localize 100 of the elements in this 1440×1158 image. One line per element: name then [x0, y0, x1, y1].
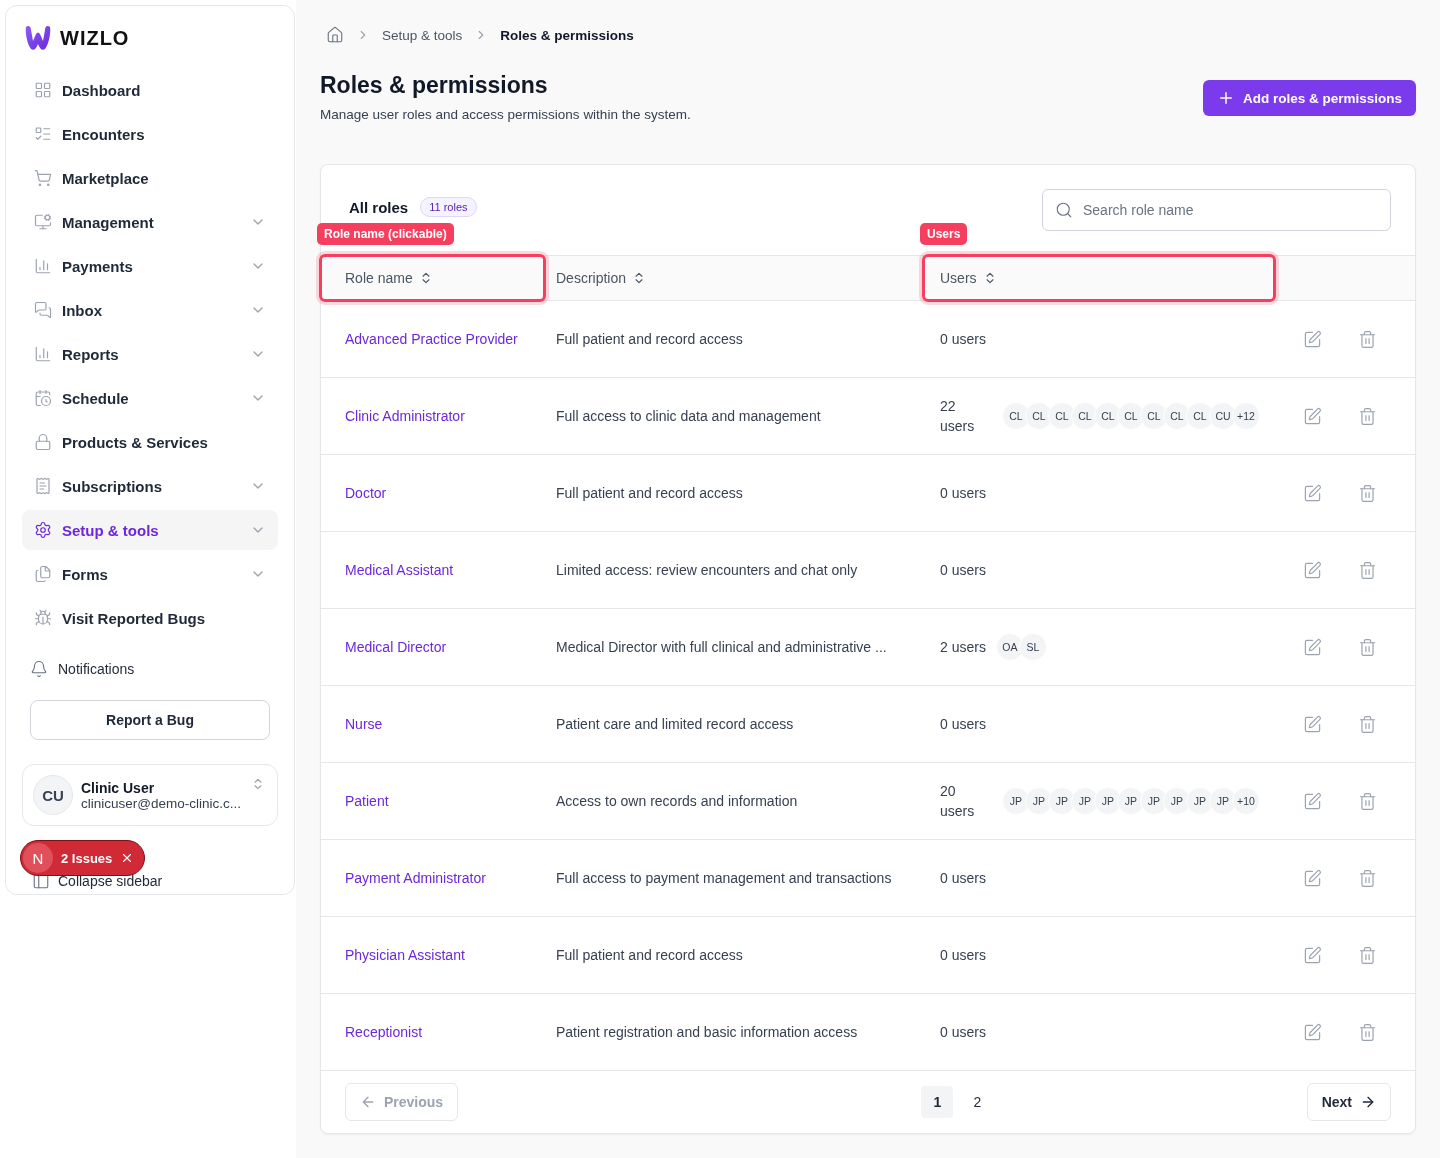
- edit-button[interactable]: [1303, 560, 1322, 580]
- delete-button[interactable]: [1358, 329, 1377, 349]
- nav-item[interactable]: Inbox: [22, 290, 278, 330]
- edit-button[interactable]: [1303, 1022, 1322, 1042]
- users-count: 0 users: [940, 869, 986, 888]
- role-link[interactable]: Patient: [321, 793, 389, 809]
- column-header[interactable]: Users: [940, 270, 997, 286]
- logo-icon: [24, 24, 52, 52]
- user-avatar: OA: [995, 633, 1024, 661]
- calendar-icon: [34, 389, 52, 407]
- edit-button[interactable]: [1303, 945, 1322, 965]
- annotation-tag: Role name (clickable): [317, 223, 454, 245]
- edit-button[interactable]: [1303, 483, 1322, 503]
- role-link[interactable]: Doctor: [321, 485, 387, 501]
- more-count: +10: [1232, 787, 1260, 815]
- nav-item[interactable]: Dashboard: [22, 70, 278, 110]
- nav-item[interactable]: Subscriptions: [22, 466, 278, 506]
- next-button[interactable]: Next: [1306, 1083, 1391, 1121]
- role-link[interactable]: Medical Director: [321, 639, 447, 655]
- edit-button[interactable]: [1303, 714, 1322, 734]
- monitor-icon: [34, 213, 52, 231]
- arrow-right-icon: [1360, 1094, 1376, 1110]
- nav-item[interactable]: Management: [22, 202, 278, 242]
- delete-button[interactable]: [1358, 1022, 1377, 1042]
- delete-button[interactable]: [1358, 945, 1377, 965]
- edit-button[interactable]: [1303, 637, 1322, 657]
- role-description: Limited access: review encounters and chat only: [555, 562, 858, 578]
- report-bug-button[interactable]: Report a Bug: [30, 700, 270, 740]
- bell-icon[interactable]: [30, 660, 48, 678]
- search-input[interactable]: Search role name: [1081, 201, 1378, 219]
- role-link[interactable]: Medical Assistant: [321, 562, 454, 578]
- role-description: Medical Director with full clinical and administrative ...: [555, 639, 887, 655]
- role-link[interactable]: Nurse: [321, 716, 383, 732]
- nav-item[interactable]: Products & Services: [22, 422, 278, 462]
- home-icon[interactable]: [326, 26, 344, 44]
- delete-button[interactable]: [1358, 560, 1377, 580]
- delete-button[interactable]: [1358, 483, 1377, 503]
- table-title: All roles: [349, 198, 409, 216]
- role-link[interactable]: Clinic Administrator: [321, 408, 465, 424]
- user-card[interactable]: CU Clinic User clinicuser@demo-clinic.c...: [22, 764, 278, 826]
- column-header[interactable]: Role name: [345, 270, 433, 286]
- delete-button[interactable]: [1358, 791, 1377, 811]
- collapse-sidebar-link[interactable]: Collapse sidebar: [58, 873, 163, 889]
- role-description: Full patient and record access: [555, 485, 743, 501]
- notifications-link[interactable]: Notifications: [58, 661, 135, 677]
- page-button[interactable]: 1: [921, 1086, 954, 1118]
- delete-button[interactable]: [1358, 406, 1377, 426]
- issues-letter: N: [23, 843, 53, 873]
- list-icon: [34, 125, 52, 143]
- page-subtitle: Manage user roles and access permissions within the system.: [320, 107, 691, 122]
- issues-label: 2 Issues: [61, 850, 113, 866]
- grid-icon: [34, 81, 52, 99]
- nav-item[interactable]: Marketplace: [22, 158, 278, 198]
- nav-item[interactable]: Forms: [22, 554, 278, 594]
- annotation-tag: Users: [920, 223, 968, 245]
- nav-item[interactable]: Reports: [22, 334, 278, 374]
- column-header[interactable]: Description: [556, 270, 647, 286]
- users-count: 0 users: [940, 1023, 986, 1042]
- cart-icon: [34, 169, 52, 187]
- role-description: Access to own records and information: [555, 793, 798, 809]
- edit-button[interactable]: [1303, 329, 1322, 349]
- search-icon: [1055, 201, 1073, 219]
- files-icon: [34, 565, 52, 583]
- role-description: Patient registration and basic information access: [555, 1024, 858, 1040]
- breadcrumb-link[interactable]: Roles & permissions: [500, 27, 634, 43]
- user-avatar: SL: [1018, 633, 1047, 661]
- delete-button[interactable]: [1358, 637, 1377, 657]
- page-button[interactable]: 2: [961, 1086, 994, 1118]
- delete-button[interactable]: [1358, 714, 1377, 734]
- user-email: clinicuser@demo-clinic.c...: [81, 795, 242, 811]
- role-description: Full patient and record access: [555, 331, 743, 347]
- receipt-icon: [34, 477, 52, 495]
- role-link[interactable]: Physician Assistant: [321, 947, 465, 963]
- edit-button[interactable]: [1303, 406, 1322, 426]
- nav-item[interactable]: Encounters: [22, 114, 278, 154]
- edit-button[interactable]: [1303, 791, 1322, 811]
- role-link[interactable]: Advanced Practice Provider: [321, 331, 518, 347]
- bar-chart-icon: [34, 257, 52, 275]
- user-name: Clinic User: [81, 779, 156, 796]
- role-description: Full patient and record access: [555, 947, 743, 963]
- chat-icon: [34, 301, 52, 319]
- nav-item[interactable]: Visit Reported Bugs: [22, 598, 278, 638]
- logo-text: WIZLO: [60, 26, 130, 50]
- edit-button[interactable]: [1303, 868, 1322, 888]
- nav-item[interactable]: Payments: [22, 246, 278, 286]
- role-link[interactable]: Payment Administrator: [321, 870, 486, 886]
- users-count: 0 users: [940, 484, 986, 503]
- users-count: 20 users: [940, 782, 976, 821]
- nav-item[interactable]: Setup & tools: [22, 510, 278, 550]
- breadcrumb-link[interactable]: Setup & tools: [382, 27, 463, 43]
- delete-button[interactable]: [1358, 868, 1377, 888]
- issues-toast[interactable]: N 2 Issues: [20, 840, 146, 876]
- lock-icon: [34, 433, 52, 451]
- search-field[interactable]: Search role name: [1042, 189, 1391, 231]
- more-count: +12: [1232, 402, 1260, 430]
- user-avatar: JP: [1094, 787, 1122, 815]
- add-roles-button[interactable]: Add roles & permissions: [1202, 80, 1416, 116]
- nav-item[interactable]: Schedule: [22, 378, 278, 418]
- role-link[interactable]: Receptionist: [321, 1024, 423, 1040]
- count-badge: 11 roles: [420, 197, 477, 217]
